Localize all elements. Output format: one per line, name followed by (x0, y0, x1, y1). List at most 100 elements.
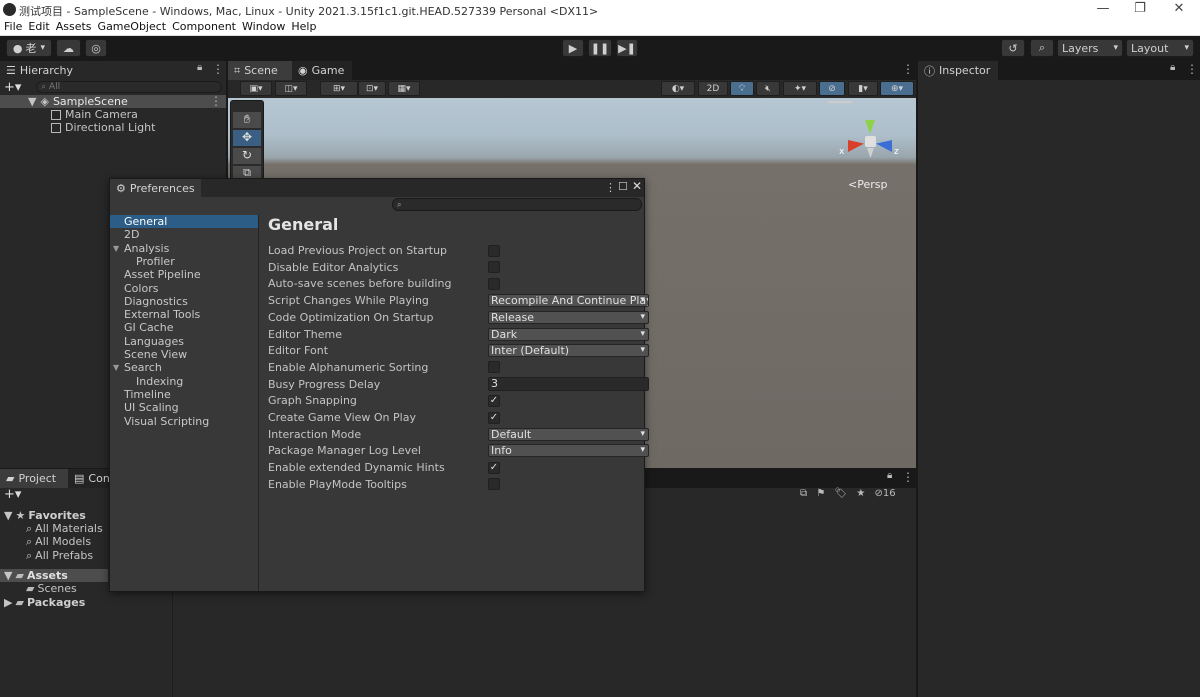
lock-icon[interactable]: 🔒︎ (887, 470, 892, 481)
cloud-button[interactable]: ☁ (56, 39, 81, 57)
collab-button[interactable]: ◎ (85, 39, 107, 57)
folder-item[interactable]: ▰ Scenes (26, 582, 77, 595)
audio-toggle[interactable]: 🔇︎ (756, 81, 780, 96)
lock-icon[interactable]: 🔒︎ (197, 62, 202, 73)
setting-dropdown[interactable]: Info (488, 444, 649, 458)
tab-inspector[interactable]: ⓘ Inspector (918, 61, 998, 80)
grid-snap-dropdown[interactable]: ⊡▾ (358, 81, 386, 96)
setting-dropdown[interactable]: Recompile And Continue Playi (488, 294, 649, 308)
close-window-button[interactable]: ✕ (1164, 1, 1194, 16)
nav-item[interactable]: General (110, 215, 258, 228)
maximize-button[interactable]: ❐ (1125, 1, 1155, 16)
layout-dropdown[interactable]: Layout (1126, 39, 1194, 57)
account-button[interactable]: ● 老 (6, 39, 52, 57)
visibility-toggle[interactable]: ⊘ (819, 81, 845, 96)
hand-tool-button[interactable]: ✋︎ (233, 112, 261, 128)
nav-item[interactable]: Timeline (110, 388, 258, 401)
assets-row[interactable]: ▼ ▰ Assets (0, 569, 108, 582)
gizmo-z-cone[interactable] (876, 140, 892, 152)
tab-project[interactable]: ▰ Project (0, 469, 68, 488)
favorite-item[interactable]: ⌕ All Prefabs (26, 549, 93, 563)
pause-button[interactable]: ❚❚ (588, 39, 612, 57)
more-options-icon[interactable]: ⋮ (902, 62, 914, 76)
scene-row[interactable]: ▼ ◈ SampleScene ⋮ (0, 94, 226, 108)
packages-row[interactable]: ▶ ▰ Packages (4, 596, 85, 609)
gizmo-x-cone[interactable] (848, 140, 864, 152)
menu-file[interactable]: File (0, 20, 22, 34)
setting-checkbox[interactable] (488, 361, 500, 374)
tag-icon[interactable]: 🏷︎ (834, 488, 847, 499)
setting-checkbox[interactable] (488, 244, 500, 257)
setting-dropdown[interactable]: Dark (488, 327, 649, 341)
persp-label[interactable]: <Persp (848, 178, 887, 191)
menu-edit[interactable]: Edit (24, 20, 49, 34)
close-icon[interactable]: ✕ (632, 179, 642, 193)
setting-checkbox[interactable] (488, 277, 500, 290)
hidden-packages-toggle[interactable]: ⊘16 (875, 488, 896, 499)
nav-item[interactable]: External Tools (110, 308, 258, 321)
filter-by-type-icon[interactable]: ⧉ (800, 488, 807, 499)
nav-item[interactable]: 2D (110, 228, 258, 241)
more-options-icon[interactable]: ⋮ (902, 470, 914, 484)
nav-item[interactable]: Indexing (110, 375, 258, 388)
more-options-icon[interactable]: ⋮ (605, 181, 616, 194)
setting-checkbox[interactable] (488, 478, 500, 491)
nav-item[interactable]: ▼ Analysis (110, 242, 258, 255)
more-options-icon[interactable]: ⋮ (1186, 62, 1198, 76)
tab-scene[interactable]: ⌗ Scene (228, 61, 292, 80)
hierarchy-search-input[interactable]: ⌕ All (36, 81, 222, 93)
setting-text-field[interactable]: 3 (488, 377, 649, 392)
step-button[interactable]: ▶❚ (616, 39, 638, 57)
gizmo-center-cube[interactable] (865, 136, 876, 147)
orientation-gizmo[interactable] (848, 120, 892, 160)
setting-checkbox[interactable]: ✓ (488, 411, 500, 424)
filter-by-label-icon[interactable]: ⚑ (816, 488, 825, 499)
setting-dropdown[interactable]: Release (488, 310, 649, 324)
setting-checkbox[interactable] (488, 261, 500, 274)
nav-item[interactable]: ▼ Search (110, 361, 258, 374)
tab-console[interactable]: ▤ Cons (68, 469, 116, 488)
preferences-tab[interactable]: ⚙ Preferences (110, 179, 201, 197)
nav-item[interactable]: Scene View (110, 348, 258, 361)
favorites-row[interactable]: ▼ ★ Favorites (4, 509, 86, 522)
transform-dropdown[interactable]: ⊞▾ (320, 81, 358, 96)
snap-increment-dropdown[interactable]: ▦▾ (388, 81, 420, 96)
shaded-dropdown[interactable]: ◫▾ (275, 81, 307, 96)
setting-checkbox[interactable]: ✓ (488, 394, 500, 407)
menu-help[interactable]: Help (287, 20, 316, 34)
expand-arrow-icon[interactable]: ▼ (113, 363, 119, 372)
nav-item[interactable]: Languages (110, 335, 258, 348)
draw-mode-dropdown[interactable]: ▣▾ (240, 81, 272, 96)
star-icon[interactable]: ★ (856, 488, 865, 499)
toggle-2d-button[interactable]: 2D (698, 81, 728, 96)
more-options-icon[interactable]: ⋮ (212, 62, 224, 76)
hierarchy-item[interactable]: Directional Light (0, 121, 226, 134)
lighting-toggle[interactable]: 💡︎ (730, 81, 754, 96)
nav-item[interactable]: Visual Scripting (110, 415, 258, 428)
setting-dropdown[interactable]: Default (488, 427, 649, 441)
nav-item[interactable]: GI Cache (110, 321, 258, 334)
menu-window[interactable]: Window (238, 20, 285, 34)
scene-options-icon[interactable]: ⋮ (210, 94, 222, 108)
hierarchy-item[interactable]: Main Camera (0, 108, 226, 121)
menu-assets[interactable]: Assets (52, 20, 92, 34)
tab-hierarchy[interactable]: ☰ Hierarchy (0, 61, 226, 80)
menu-gameobject[interactable]: GameObject (94, 20, 167, 34)
menu-component[interactable]: Component (168, 20, 236, 34)
expand-arrow-icon[interactable]: ▼ (113, 244, 119, 253)
history-button[interactable]: ↺ (1001, 39, 1025, 57)
favorite-item[interactable]: ⌕ All Models (26, 535, 91, 549)
play-button[interactable]: ▶ (562, 39, 584, 57)
render-mode-dropdown[interactable]: ◐▾ (661, 81, 695, 96)
add-asset-button[interactable]: +▾ (4, 487, 21, 502)
favorite-item[interactable]: ⌕ All Materials (26, 522, 103, 536)
nav-item[interactable]: UI Scaling (110, 401, 258, 414)
setting-checkbox[interactable]: ✓ (488, 461, 500, 474)
tab-game[interactable]: ◉ Game (292, 61, 352, 80)
lock-icon[interactable]: 🔒︎ (1170, 62, 1175, 73)
nav-item[interactable]: Colors (110, 282, 258, 295)
setting-dropdown[interactable]: Inter (Default) (488, 344, 649, 358)
gizmo-y-cone[interactable] (865, 120, 875, 134)
search-button[interactable]: ⌕ (1030, 39, 1054, 57)
camera-dropdown[interactable]: ▮▾ (848, 81, 878, 96)
